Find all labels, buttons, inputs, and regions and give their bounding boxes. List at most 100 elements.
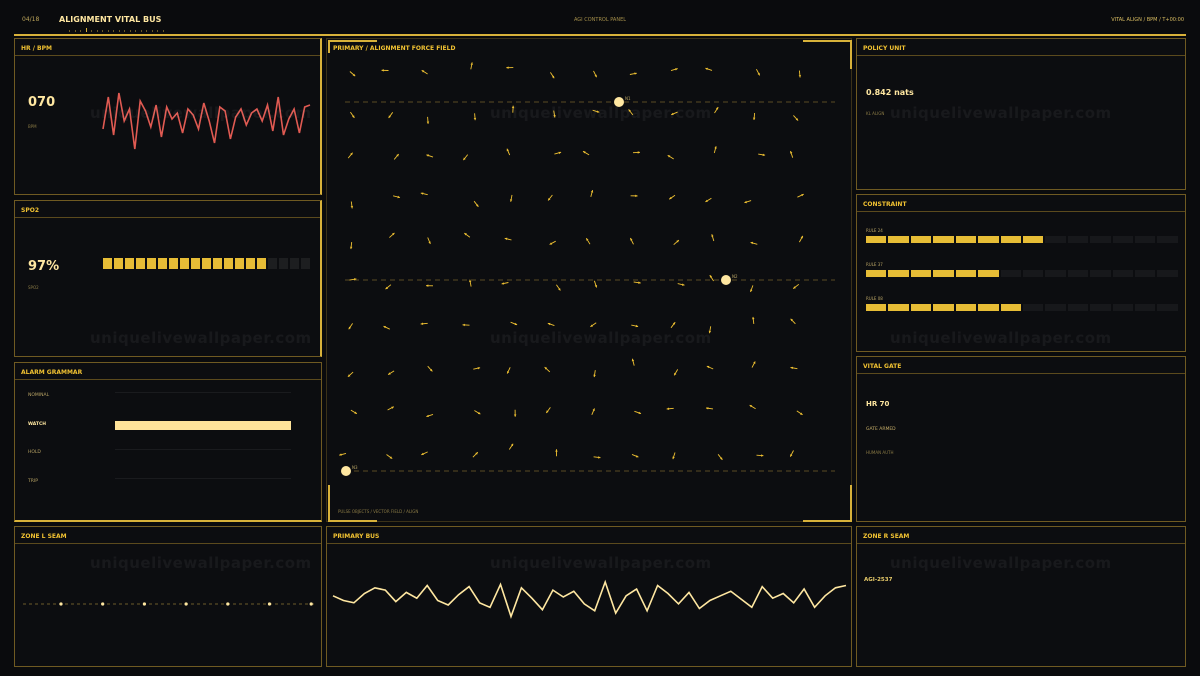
constraint-segment xyxy=(1022,270,1044,277)
field-vector xyxy=(426,154,434,158)
field-vector xyxy=(350,242,353,250)
field-vector xyxy=(469,279,472,287)
alarm-label: NOMINAL xyxy=(28,393,50,398)
constraint-segment xyxy=(1112,236,1134,243)
spo2-segment xyxy=(213,258,222,269)
corner-bracket xyxy=(803,485,852,522)
alarm-track xyxy=(115,392,291,393)
constraint-panel: CONSTRAINT RULE 24 RULE 37 RULE 08 xyxy=(856,194,1186,352)
field-vector xyxy=(752,112,756,121)
alarm-track xyxy=(115,449,291,450)
constraint-segment xyxy=(1067,270,1089,277)
field-vector xyxy=(593,280,598,288)
field-vector xyxy=(473,200,479,208)
constraint-segment xyxy=(866,236,887,243)
field-vector xyxy=(462,154,469,161)
field-vector xyxy=(632,151,641,154)
field-vector xyxy=(750,285,754,293)
field-vector xyxy=(513,409,517,417)
field-vector xyxy=(705,197,712,203)
field-vector xyxy=(592,109,600,113)
field-vector xyxy=(547,322,555,327)
page-tick xyxy=(118,30,120,32)
field-vector xyxy=(421,69,428,75)
field-vector xyxy=(667,154,674,160)
pulse-node-label: N2 xyxy=(732,274,738,279)
field-vector xyxy=(544,366,551,373)
field-vector xyxy=(673,239,680,246)
page-tick xyxy=(96,30,98,32)
constraint-segment xyxy=(1022,304,1044,311)
spo2-segment xyxy=(103,258,112,269)
page-tick xyxy=(157,30,158,32)
field-vector xyxy=(387,370,395,375)
policy-value: 0.842 nats xyxy=(866,88,914,97)
field-vector xyxy=(381,69,389,72)
corner-bracket xyxy=(803,40,852,69)
field-vector xyxy=(350,201,354,209)
field-vector xyxy=(511,105,515,113)
spo2-segment xyxy=(136,258,145,269)
alarm-active-bar xyxy=(115,420,291,430)
zone-r-title: ZONE R SEAM xyxy=(863,533,910,540)
field-vector xyxy=(389,232,395,238)
field-vector xyxy=(506,66,514,69)
corner-bracket xyxy=(328,485,377,522)
field-vector xyxy=(350,111,355,119)
constraint-segment xyxy=(1112,304,1134,311)
page-tick xyxy=(124,30,125,32)
field-vector xyxy=(473,113,477,121)
constraint-segment xyxy=(1135,304,1156,311)
constraint-label: RULE 08 xyxy=(866,296,883,301)
spo2-segment xyxy=(158,258,167,269)
field-vector xyxy=(388,112,394,119)
spo2-segment xyxy=(279,258,288,269)
constraint-segment xyxy=(1112,270,1134,277)
constraint-segment xyxy=(1045,304,1066,311)
spo2-value: 97% xyxy=(28,259,60,274)
page-tick xyxy=(113,30,114,32)
field-vector xyxy=(750,241,758,245)
field-vector xyxy=(789,450,794,457)
gate-title: VITAL GATE xyxy=(863,363,902,370)
spo2-title: SPO2 xyxy=(21,207,39,214)
alarm-title: ALARM GRAMMAR xyxy=(21,369,83,376)
field-vector xyxy=(393,153,400,160)
alarm-label: HOLD xyxy=(28,450,41,455)
zone-l-panel: ZONE L SEAM xyxy=(14,526,322,667)
spo2-segment xyxy=(180,258,189,269)
hr-panel: HR / BPM 070 BPM xyxy=(14,38,322,195)
constraint-segment xyxy=(1090,270,1111,277)
spo2-unit: SPO2 xyxy=(28,285,39,290)
field-vector xyxy=(591,408,595,415)
constraint-segment xyxy=(1067,304,1089,311)
page-tick xyxy=(85,28,87,32)
policy-title: POLICY UNIT xyxy=(863,45,906,52)
spo2-segment xyxy=(268,258,277,269)
field-vector xyxy=(426,413,434,418)
constraint-segment xyxy=(1045,236,1066,243)
field-vector xyxy=(349,71,356,77)
field-vector xyxy=(756,68,761,76)
field-vector xyxy=(506,367,511,374)
field-vector xyxy=(547,194,553,201)
page-tick xyxy=(69,30,70,32)
page-tick xyxy=(129,30,131,32)
constraint-segment xyxy=(910,304,932,311)
constraint-segment xyxy=(888,236,909,243)
field-vector xyxy=(348,323,353,330)
field-vector xyxy=(797,193,804,198)
status-readout: VITAL ALIGN / BPM / T+00:00 xyxy=(1111,17,1184,23)
field-vector xyxy=(509,194,513,202)
field-vector xyxy=(670,68,678,72)
page-tick xyxy=(151,30,153,32)
field-vector xyxy=(347,152,353,159)
spo2-panel: SPO2 97% SPO2 xyxy=(14,200,322,357)
field-vector xyxy=(793,115,799,121)
spo2-segment xyxy=(114,258,123,269)
zone-l-seam xyxy=(23,602,315,606)
constraint-segment xyxy=(888,304,909,311)
alarm-label: TRIP xyxy=(28,478,38,484)
field-vector xyxy=(582,150,590,156)
field-vector xyxy=(427,237,431,245)
